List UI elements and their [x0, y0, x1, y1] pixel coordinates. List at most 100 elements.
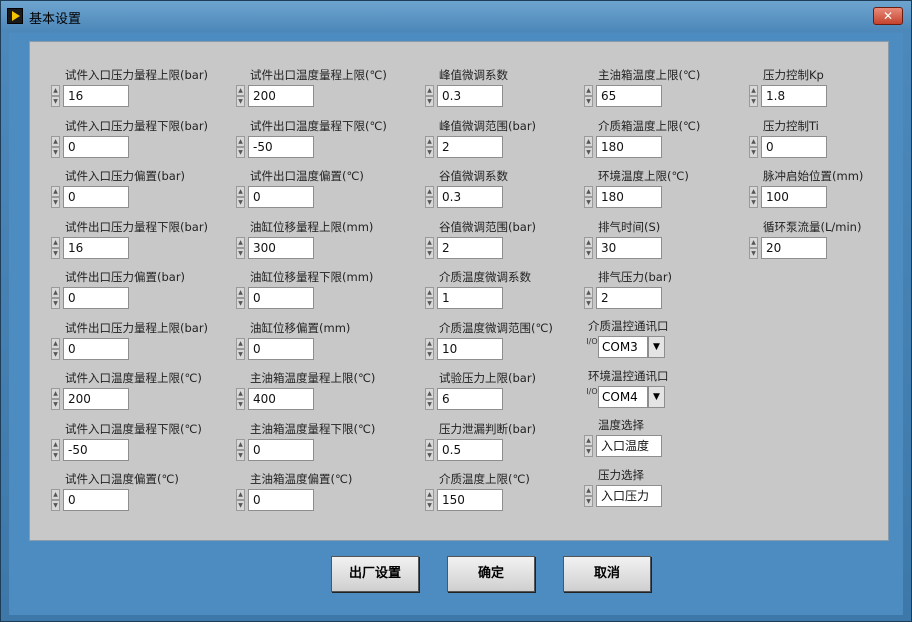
spin-down-icon[interactable]: ▼ [51, 348, 60, 360]
numeric-input[interactable]: 16 [63, 236, 129, 259]
spin-down-icon[interactable]: ▼ [51, 197, 60, 208]
numeric-input[interactable]: 400 [248, 388, 314, 410]
ring-spinner[interactable]: ▲ ▼ [584, 434, 593, 459]
spin-down-icon[interactable]: ▼ [51, 146, 60, 158]
spin-down-icon[interactable]: ▼ [584, 445, 593, 457]
increment-decrement-spinner[interactable]: ▲ ▼ [51, 287, 60, 311]
spin-up-icon[interactable]: ▲ [51, 186, 60, 197]
increment-decrement-spinner[interactable]: ▲ ▼ [425, 287, 434, 311]
numeric-input[interactable]: 16 [63, 85, 129, 107]
spin-down-icon[interactable]: ▼ [749, 146, 758, 158]
increment-decrement-spinner[interactable]: ▲ ▼ [584, 85, 593, 109]
spin-down-icon[interactable]: ▼ [425, 399, 434, 410]
spin-up-icon[interactable]: ▲ [51, 489, 60, 500]
increment-decrement-spinner[interactable]: ▲ ▼ [51, 85, 60, 109]
dropdown-arrow-icon[interactable]: ▼ [648, 386, 665, 408]
spin-up-icon[interactable]: ▲ [425, 85, 434, 96]
spin-down-icon[interactable]: ▼ [51, 247, 60, 259]
numeric-input[interactable]: 0.5 [437, 438, 503, 461]
spin-up-icon[interactable]: ▲ [51, 85, 60, 96]
increment-decrement-spinner[interactable]: ▲ ▼ [425, 438, 434, 463]
spin-up-icon[interactable]: ▲ [236, 337, 245, 349]
increment-decrement-spinner[interactable]: ▲ ▼ [51, 438, 60, 463]
spin-up-icon[interactable]: ▲ [236, 438, 245, 450]
numeric-input[interactable]: 2 [437, 236, 503, 259]
spin-down-icon[interactable]: ▼ [425, 96, 434, 107]
spin-down-icon[interactable]: ▼ [749, 247, 758, 259]
ok-button[interactable]: 确定 [447, 556, 535, 592]
spin-up-icon[interactable]: ▲ [584, 85, 593, 96]
spin-down-icon[interactable]: ▼ [236, 500, 245, 511]
increment-decrement-spinner[interactable]: ▲ ▼ [749, 135, 758, 160]
numeric-input[interactable]: 0 [248, 337, 314, 360]
spin-down-icon[interactable]: ▼ [51, 399, 60, 410]
spin-up-icon[interactable]: ▲ [51, 236, 60, 248]
spin-up-icon[interactable]: ▲ [236, 388, 245, 399]
dropdown-arrow-icon[interactable]: ▼ [648, 335, 665, 358]
increment-decrement-spinner[interactable]: ▲ ▼ [584, 186, 593, 210]
spin-down-icon[interactable]: ▼ [51, 449, 60, 461]
spin-up-icon[interactable]: ▲ [749, 236, 758, 248]
increment-decrement-spinner[interactable]: ▲ ▼ [51, 186, 60, 210]
increment-decrement-spinner[interactable]: ▲ ▼ [425, 135, 434, 160]
spin-down-icon[interactable]: ▼ [236, 298, 245, 309]
numeric-input[interactable]: 1 [437, 287, 503, 309]
ring-spinner[interactable]: ▲ ▼ [584, 485, 593, 509]
spin-down-icon[interactable]: ▼ [584, 247, 593, 259]
increment-decrement-spinner[interactable]: ▲ ▼ [425, 236, 434, 261]
spin-up-icon[interactable]: ▲ [749, 186, 758, 197]
spin-up-icon[interactable]: ▲ [749, 85, 758, 96]
increment-decrement-spinner[interactable]: ▲ ▼ [236, 489, 245, 513]
increment-decrement-spinner[interactable]: ▲ ▼ [236, 85, 245, 109]
spin-up-icon[interactable]: ▲ [584, 485, 593, 496]
numeric-input[interactable]: 200 [63, 388, 129, 410]
increment-decrement-spinner[interactable]: ▲ ▼ [584, 236, 593, 261]
numeric-input[interactable]: -50 [248, 135, 314, 158]
mode-select-value[interactable]: 入口压力 [596, 485, 662, 507]
spin-up-icon[interactable]: ▲ [584, 434, 593, 446]
com-port-value[interactable]: COM3 [598, 335, 648, 358]
spin-up-icon[interactable]: ▲ [425, 388, 434, 399]
spin-down-icon[interactable]: ▼ [584, 146, 593, 158]
spin-down-icon[interactable]: ▼ [425, 247, 434, 259]
numeric-input[interactable]: 30 [596, 236, 662, 259]
spin-down-icon[interactable]: ▼ [584, 197, 593, 208]
increment-decrement-spinner[interactable]: ▲ ▼ [51, 135, 60, 160]
numeric-input[interactable]: 0.3 [437, 186, 503, 208]
increment-decrement-spinner[interactable]: ▲ ▼ [236, 388, 245, 412]
numeric-input[interactable]: 2 [437, 135, 503, 158]
spin-down-icon[interactable]: ▼ [236, 399, 245, 410]
spin-up-icon[interactable]: ▲ [51, 337, 60, 349]
numeric-input[interactable]: 300 [248, 236, 314, 259]
numeric-input[interactable]: 0 [248, 287, 314, 309]
numeric-input[interactable]: 0 [761, 135, 827, 158]
increment-decrement-spinner[interactable]: ▲ ▼ [425, 186, 434, 210]
increment-decrement-spinner[interactable]: ▲ ▼ [749, 85, 758, 109]
spin-up-icon[interactable]: ▲ [236, 236, 245, 248]
numeric-input[interactable]: 0 [63, 337, 129, 360]
com-port-select[interactable]: I/O COM3 ▼ [586, 335, 666, 358]
increment-decrement-spinner[interactable]: ▲ ▼ [51, 388, 60, 412]
numeric-input[interactable]: 0 [63, 287, 129, 309]
numeric-input[interactable]: 180 [596, 135, 662, 158]
spin-up-icon[interactable]: ▲ [425, 236, 434, 248]
spin-down-icon[interactable]: ▼ [425, 146, 434, 158]
spin-up-icon[interactable]: ▲ [425, 489, 434, 500]
spin-down-icon[interactable]: ▼ [749, 197, 758, 208]
spin-up-icon[interactable]: ▲ [51, 388, 60, 399]
increment-decrement-spinner[interactable]: ▲ ▼ [51, 489, 60, 513]
spin-up-icon[interactable]: ▲ [51, 135, 60, 147]
spin-down-icon[interactable]: ▼ [425, 348, 434, 360]
spin-up-icon[interactable]: ▲ [425, 337, 434, 349]
spin-down-icon[interactable]: ▼ [236, 146, 245, 158]
spin-up-icon[interactable]: ▲ [584, 287, 593, 298]
increment-decrement-spinner[interactable]: ▲ ▼ [236, 438, 245, 463]
spin-up-icon[interactable]: ▲ [236, 186, 245, 197]
spin-up-icon[interactable]: ▲ [584, 236, 593, 248]
close-button[interactable]: ✕ [873, 7, 903, 25]
spin-up-icon[interactable]: ▲ [425, 438, 434, 450]
numeric-input[interactable]: 0 [63, 186, 129, 208]
increment-decrement-spinner[interactable]: ▲ ▼ [425, 388, 434, 412]
increment-decrement-spinner[interactable]: ▲ ▼ [425, 85, 434, 109]
spin-down-icon[interactable]: ▼ [236, 449, 245, 461]
